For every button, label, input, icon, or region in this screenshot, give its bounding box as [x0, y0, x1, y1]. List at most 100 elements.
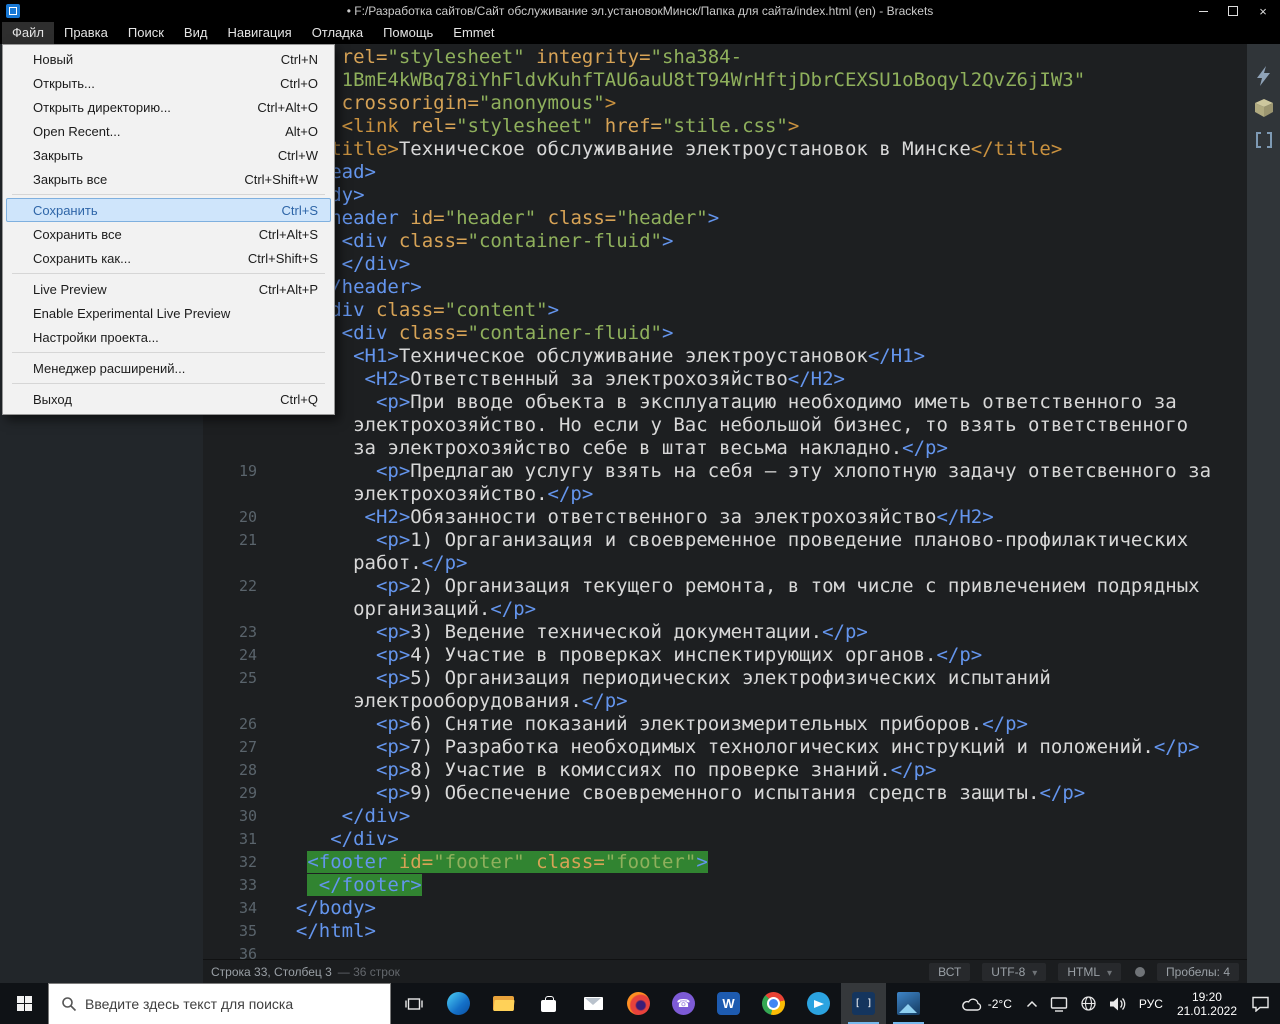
code-line[interactable]: </body> — [267, 897, 376, 920]
code-line[interactable]: организаций.</p> — [267, 598, 536, 621]
code-row[interactable]: электрооборудования.</p> — [203, 690, 1247, 713]
taskbar-app-explorer[interactable] — [481, 983, 526, 1024]
lint-status-icon[interactable] — [1135, 966, 1146, 977]
code-row[interactable]: 33 </footer> — [203, 874, 1247, 897]
menu-item-open-recent[interactable]: Open Recent... Alt+O — [6, 119, 331, 143]
hidden-icons-button[interactable] — [1020, 983, 1044, 1024]
code-row[interactable]: 10 <header id="header" class="header"> — [203, 207, 1247, 230]
code-row[interactable]: 26 <p>6) Снятие показаний электроизмерит… — [203, 713, 1247, 736]
encoding-select[interactable]: UTF-8 — [982, 962, 1047, 981]
network-tray-button[interactable] — [1074, 983, 1103, 1024]
code-line[interactable]: за электрохозяйство себе в штат весьма н… — [267, 437, 948, 460]
code-row[interactable]: 24 <p>4) Участие в проверках инспектирую… — [203, 644, 1247, 667]
taskbar-app-chrome[interactable] — [751, 983, 796, 1024]
editor[interactable]: rel="stylesheet" integrity="sha384- 1BmE… — [203, 44, 1247, 959]
menu-item-new[interactable]: Новый Ctrl+N — [6, 47, 331, 71]
code-row[interactable]: 36 — [203, 943, 1247, 959]
insert-mode-indicator[interactable]: ВСТ — [929, 962, 971, 981]
code-row[interactable]: электрохозяйство.</p> — [203, 483, 1247, 506]
menu-item-open-folder[interactable]: Открыть директорию... Ctrl+Alt+O — [6, 95, 331, 119]
code-line[interactable]: </html> — [267, 920, 376, 943]
taskbar-app-viber[interactable]: ☎ — [661, 983, 706, 1024]
code-line[interactable]: </footer> — [267, 874, 422, 897]
search-input[interactable] — [85, 996, 390, 1012]
code-line[interactable]: <p>4) Участие в проверках инспектирующих… — [267, 644, 982, 667]
taskbar-app-edge[interactable] — [436, 983, 481, 1024]
code-row[interactable]: за электрохозяйство себе в штат весьма н… — [203, 437, 1247, 460]
code-line[interactable] — [267, 943, 273, 959]
taskbar-app-telegram[interactable] — [796, 983, 841, 1024]
code-row[interactable]: 21 <p>1) Оргаганизация и своевременное п… — [203, 529, 1247, 552]
code-line[interactable]: электрохозяйство.</p> — [267, 483, 593, 506]
code-row[interactable]: 23 <p>3) Ведение технической документаци… — [203, 621, 1247, 644]
code-line[interactable]: электрооборудования.</p> — [267, 690, 628, 713]
code-line[interactable]: <H1>Техническое обслуживание электроуста… — [267, 345, 925, 368]
code-line[interactable]: 1BmE4kWBq78iYhFldvKuhfTAU6auU8tT94WrHftj… — [267, 69, 1086, 92]
code-line[interactable]: <p>7) Разработка необходимых технологиче… — [267, 736, 1200, 759]
code-line[interactable]: </div> — [267, 805, 411, 828]
menu-item-save-as[interactable]: Сохранить как... Ctrl+Shift+S — [6, 246, 331, 270]
menubar-item-emmet[interactable]: Emmet — [443, 22, 504, 44]
code-row[interactable]: 15 <div class="container-fluid"> — [203, 322, 1247, 345]
code-line[interactable]: <p>5) Организация периодических электроф… — [267, 667, 1051, 690]
menu-item-quit[interactable]: Выход Ctrl+Q — [6, 387, 331, 411]
code-line[interactable]: <p>Предлагаю услугу взять на себя — эту … — [267, 460, 1211, 483]
code-row[interactable]: электрохозяйство. Но если у Вас небольшо… — [203, 414, 1247, 437]
menu-item-close-all[interactable]: Закрыть все Ctrl+Shift+W — [6, 167, 331, 191]
code-area[interactable]: rel="stylesheet" integrity="sha384- 1BmE… — [203, 46, 1247, 959]
code-row[interactable]: 16 <H1>Техническое обслуживание электроу… — [203, 345, 1247, 368]
code-row[interactable]: 30 </div> — [203, 805, 1247, 828]
code-row[interactable]: 9 <body> — [203, 184, 1247, 207]
taskbar-app-mail[interactable] — [571, 983, 616, 1024]
taskbar-app-firefox[interactable] — [616, 983, 661, 1024]
menu-item-project-settings[interactable]: Настройки проекта... — [6, 325, 331, 349]
code-line[interactable]: <link rel="stylesheet" href="stile.css"> — [267, 115, 800, 138]
code-row[interactable]: 17 <H2>Ответственный за электрохозяйство… — [203, 368, 1247, 391]
code-row[interactable]: организаций.</p> — [203, 598, 1247, 621]
close-button[interactable]: × — [1248, 0, 1278, 22]
code-row[interactable]: 11 <div class="container-fluid"> — [203, 230, 1247, 253]
code-line[interactable]: <p>1) Оргаганизация и своевременное пров… — [267, 529, 1188, 552]
code-row[interactable]: 1BmE4kWBq78iYhFldvKuhfTAU6auU8tT94WrHftj… — [203, 69, 1247, 92]
code-line[interactable]: <p>9) Обеспечение своевременного испытан… — [267, 782, 1085, 805]
menu-item-close[interactable]: Закрыть Ctrl+W — [6, 143, 331, 167]
code-line[interactable]: <H2>Ответственный за электрохозяйство</H… — [267, 368, 845, 391]
code-row[interactable]: 34 </body> — [203, 897, 1247, 920]
code-line[interactable]: <p>2) Организация текущего ремонта, в то… — [267, 575, 1200, 598]
minimize-button[interactable] — [1188, 0, 1218, 22]
language-indicator[interactable]: РУС — [1133, 983, 1169, 1024]
code-row[interactable]: crossorigin="anonymous"> — [203, 92, 1247, 115]
action-center-button[interactable] — [1245, 983, 1276, 1024]
code-row[interactable]: 12 </div> — [203, 253, 1247, 276]
menubar-item-navigate[interactable]: Навигация — [217, 22, 301, 44]
extract-icon[interactable] — [1254, 130, 1274, 150]
code-line[interactable]: электрохозяйство. Но если у Вас небольшо… — [267, 414, 1188, 437]
code-row[interactable]: 32 <footer id="footer" class="footer"> — [203, 851, 1247, 874]
menubar-item-help[interactable]: Помощь — [373, 22, 443, 44]
taskbar-app-photos[interactable] — [886, 983, 931, 1024]
code-row[interactable]: 13 </header> — [203, 276, 1247, 299]
code-row[interactable]: работ.</p> — [203, 552, 1247, 575]
menu-item-save[interactable]: Сохранить Ctrl+S — [6, 198, 331, 222]
menubar-item-file[interactable]: Файл — [2, 22, 54, 44]
menu-item-open[interactable]: Открыть... Ctrl+O — [6, 71, 331, 95]
code-line[interactable]: <p>6) Снятие показаний электроизмеритель… — [267, 713, 1028, 736]
menu-item-save-all[interactable]: Сохранить все Ctrl+Alt+S — [6, 222, 331, 246]
menubar-item-edit[interactable]: Правка — [54, 22, 118, 44]
menubar-item-find[interactable]: Поиск — [118, 22, 174, 44]
code-row[interactable]: 14 <div class="content"> — [203, 299, 1247, 322]
indent-setting[interactable]: Пробелы: 4 — [1157, 962, 1239, 981]
menubar-item-debug[interactable]: Отладка — [302, 22, 373, 44]
code-row[interactable]: 31 </div> — [203, 828, 1247, 851]
taskbar-search[interactable] — [48, 983, 391, 1024]
code-row[interactable]: 19 <p>Предлагаю услугу взять на себя — э… — [203, 460, 1247, 483]
code-row[interactable]: 35 </html> — [203, 920, 1247, 943]
start-button[interactable] — [0, 983, 48, 1024]
taskbar-clock[interactable]: 19:20 21.01.2022 — [1169, 990, 1245, 1018]
code-row[interactable]: 25 <p>5) Организация периодических элект… — [203, 667, 1247, 690]
language-select[interactable]: HTML — [1058, 962, 1122, 981]
code-row[interactable]: 18 <p>При вводе объекта в эксплуатацию н… — [203, 391, 1247, 414]
code-line[interactable]: <H2>Обязанности ответственного за электр… — [267, 506, 994, 529]
maximize-button[interactable] — [1218, 0, 1248, 22]
task-view-button[interactable] — [391, 983, 436, 1024]
